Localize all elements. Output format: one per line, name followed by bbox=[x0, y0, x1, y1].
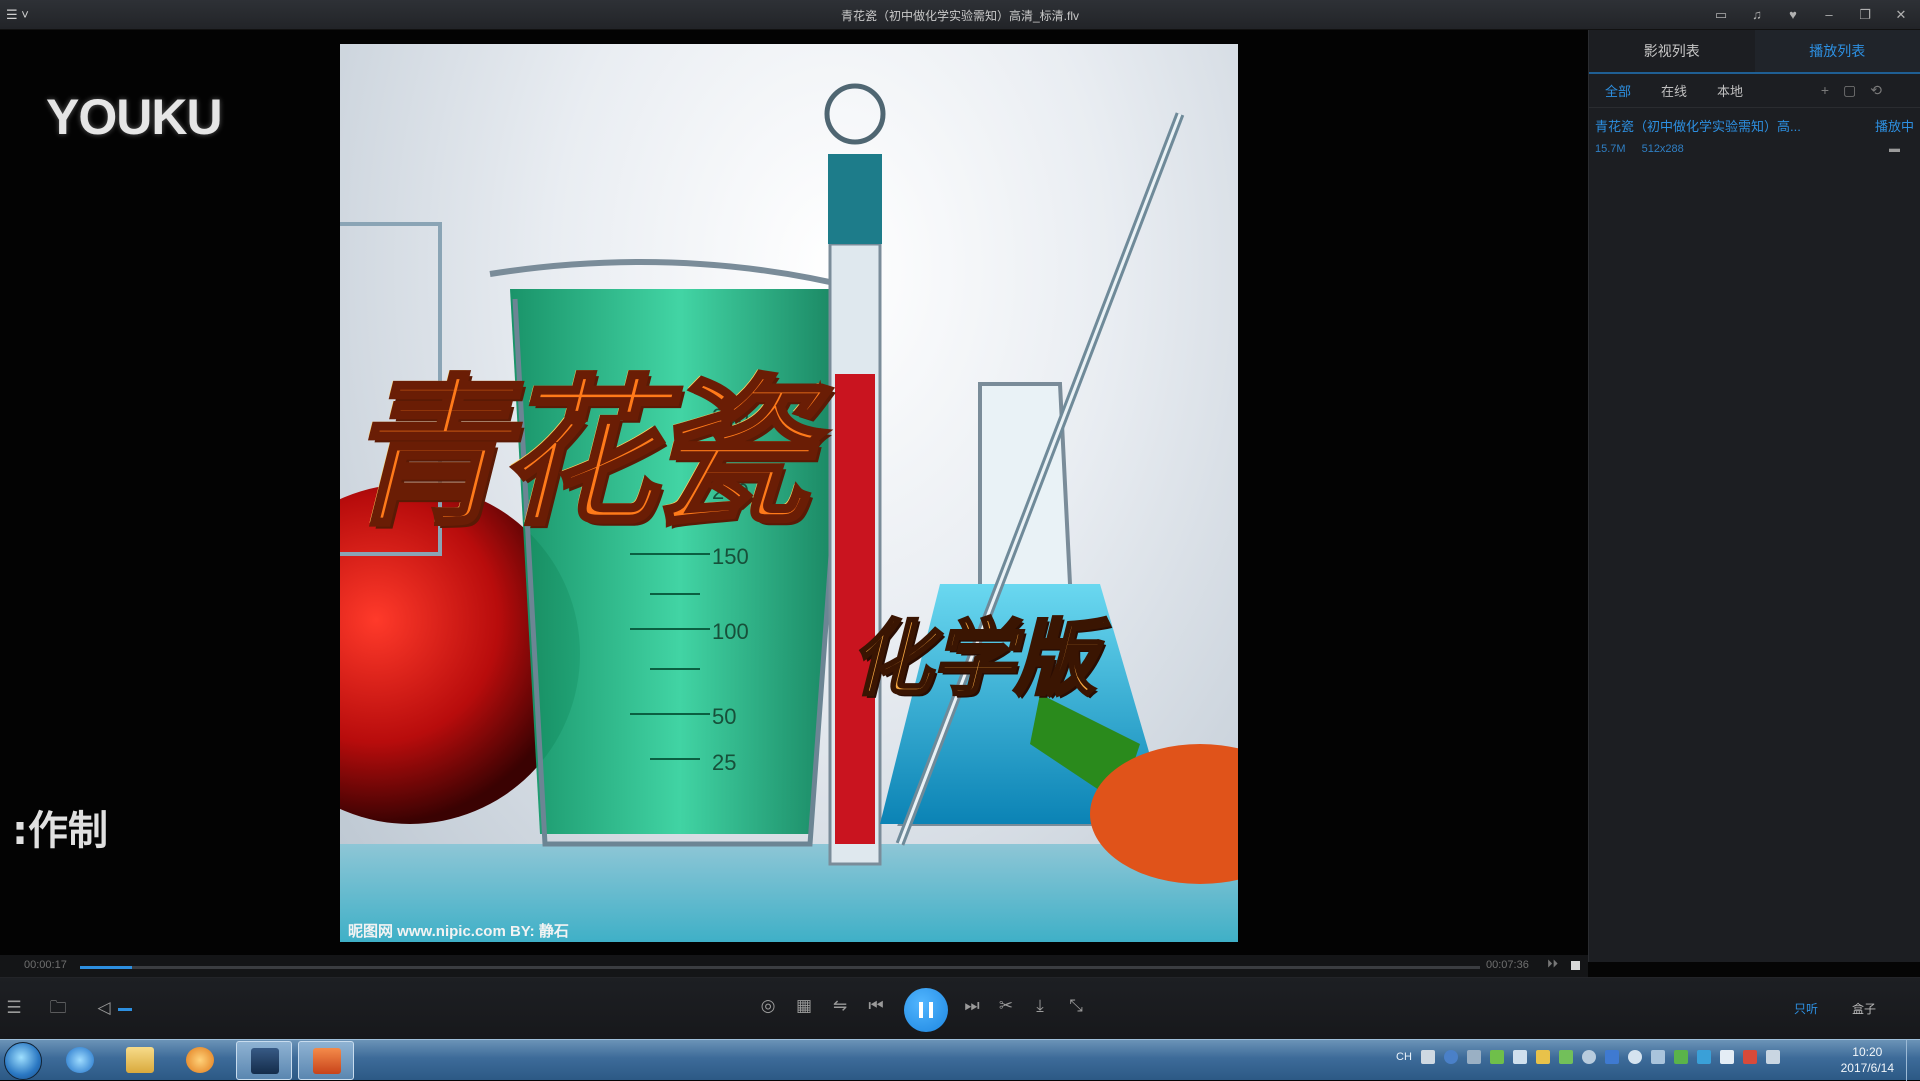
settings-icon[interactable]: ⇋ bbox=[828, 996, 852, 1016]
chat-icon[interactable]: ▭ bbox=[1710, 4, 1732, 26]
window-title: 青花瓷（初中做化学实验需知）高清_标清.flv bbox=[0, 7, 1920, 24]
box-button[interactable]: 盒子 bbox=[1852, 1000, 1876, 1017]
battery-icon[interactable] bbox=[1490, 1050, 1504, 1064]
pause-button[interactable] bbox=[904, 988, 948, 1032]
screenshot-icon[interactable]: ▦ bbox=[792, 996, 816, 1016]
next-icon[interactable]: ⏭ bbox=[960, 996, 984, 1016]
video-frame: 250 200 150 100 50 25 青花瓷 化学版 昵图网 www.ni… bbox=[340, 44, 1238, 942]
video-area[interactable]: YOUKU :作制 bbox=[0, 30, 1588, 962]
bell-icon[interactable]: ♫ bbox=[1746, 4, 1768, 26]
open-folder-icon[interactable]: 🗀 bbox=[46, 998, 70, 1018]
beaker-mark: 25 bbox=[712, 750, 736, 775]
control-bar: ☰ 🗀 ◁ ◎ ▦ ⇋ ⏮ ⏭ ✂ ⤓ ⤡ 只听 盒子 bbox=[0, 977, 1920, 1039]
subtab-local[interactable]: 本地 bbox=[1717, 81, 1743, 100]
refresh-icon[interactable]: ⟲ bbox=[1870, 82, 1882, 99]
cut-icon[interactable]: ✂ bbox=[994, 996, 1018, 1016]
show-desktop-button[interactable] bbox=[1906, 1040, 1920, 1081]
beaker-mark: 50 bbox=[712, 704, 736, 729]
flag-icon[interactable] bbox=[1651, 1050, 1665, 1064]
video-player-window: ☰ ˅ 青花瓷（初中做化学实验需知）高清_标清.flv ▭ ♫ ♥ – ❐ ✕ … bbox=[0, 0, 1920, 1080]
media-player-icon[interactable] bbox=[172, 1041, 228, 1080]
clock-time: 10:20 bbox=[1841, 1044, 1894, 1060]
elapsed-time: 00:00:17 bbox=[24, 959, 67, 971]
seek-fill bbox=[80, 966, 132, 969]
alert-icon[interactable] bbox=[1743, 1050, 1757, 1064]
add-icon[interactable]: + bbox=[1821, 82, 1829, 99]
ime-icon[interactable] bbox=[1467, 1050, 1481, 1064]
title-bar: ☰ ˅ 青花瓷（初中做化学实验需知）高清_标清.flv ▭ ♫ ♥ – ❐ ✕ bbox=[0, 0, 1920, 30]
security-icon[interactable] bbox=[1536, 1050, 1550, 1064]
clock[interactable]: 10:20 2017/6/14 bbox=[1841, 1044, 1894, 1076]
playlist-item-resolution: 512x288 bbox=[1642, 143, 1684, 155]
help-icon[interactable] bbox=[1444, 1050, 1458, 1064]
update-icon[interactable] bbox=[1559, 1050, 1573, 1064]
forward-icon[interactable]: ⏵⏵ bbox=[1547, 958, 1558, 971]
speaker-icon[interactable] bbox=[1720, 1050, 1734, 1064]
explorer-icon[interactable] bbox=[112, 1041, 168, 1080]
youku-watermark: YOUKU bbox=[46, 88, 222, 146]
image-credit: 昵图网 www.nipic.com BY: 静石 bbox=[348, 920, 569, 941]
video-title-overlay: 青花瓷 bbox=[346, 324, 802, 556]
close-icon[interactable]: ✕ bbox=[1890, 4, 1912, 26]
restore-icon[interactable]: ❐ bbox=[1854, 4, 1876, 26]
video-player-icon[interactable] bbox=[236, 1041, 292, 1080]
shield-icon[interactable] bbox=[1674, 1050, 1688, 1064]
seek-track[interactable] bbox=[80, 966, 1480, 969]
app-tray-icon[interactable] bbox=[1605, 1050, 1619, 1064]
playlist-item-status: 播放中 bbox=[1875, 116, 1914, 135]
subtab-all[interactable]: 全部 bbox=[1605, 81, 1631, 100]
ie-icon[interactable] bbox=[52, 1041, 108, 1080]
file-icon[interactable]: ▢ bbox=[1843, 82, 1856, 99]
beaker-mark: 100 bbox=[712, 619, 749, 644]
listen-only-button[interactable]: 只听 bbox=[1794, 1000, 1818, 1017]
fullscreen-icon[interactable]: ⤡ bbox=[1064, 996, 1088, 1016]
sync-icon[interactable] bbox=[1628, 1050, 1642, 1064]
start-button[interactable] bbox=[4, 1042, 42, 1080]
playlist-panel: 影视列表 播放列表 全部 在线 本地 + ▢ ⟲ 青花瓷（初中做化学实验需知）高… bbox=[1588, 30, 1920, 962]
previous-icon[interactable]: ⏮ bbox=[864, 996, 888, 1016]
minimize-icon[interactable]: – bbox=[1818, 4, 1840, 26]
tab-video-list[interactable]: 影视列表 bbox=[1589, 30, 1755, 72]
playlist-item[interactable]: 青花瓷（初中做化学实验需知）高... 播放中 15.7M 512x288 ▬ bbox=[1589, 108, 1920, 155]
total-time: 00:07:36 bbox=[1486, 959, 1529, 971]
playlist-item-name: 青花瓷（初中做化学实验需知）高... bbox=[1595, 116, 1801, 135]
taskbar: CH 10:20 2017/6/14 bbox=[0, 1039, 1920, 1080]
volume-slider[interactable] bbox=[118, 1008, 132, 1011]
keyboard-icon[interactable] bbox=[1421, 1050, 1435, 1064]
maker-caption: :作制 bbox=[12, 798, 108, 856]
cloud-icon[interactable] bbox=[1697, 1050, 1711, 1064]
tab-play-list[interactable]: 播放列表 bbox=[1755, 30, 1920, 72]
clock-date: 2017/6/14 bbox=[1841, 1060, 1894, 1076]
action-center-icon[interactable] bbox=[1766, 1050, 1780, 1064]
progress-bar[interactable]: 00:00:17 00:07:36 ⏵⏵ bbox=[0, 955, 1588, 977]
playlist-item-size: 15.7M bbox=[1595, 143, 1626, 155]
video-subtitle-overlay: 化学版 bbox=[850, 592, 1096, 711]
language-indicator[interactable]: CH bbox=[1396, 1050, 1412, 1064]
network-icon[interactable] bbox=[1513, 1050, 1527, 1064]
subtab-online[interactable]: 在线 bbox=[1661, 81, 1687, 100]
system-tray: CH bbox=[1396, 1050, 1780, 1064]
playlist-toggle-icon[interactable]: ☰ bbox=[2, 998, 26, 1018]
3d-icon[interactable]: ◎ bbox=[756, 996, 780, 1016]
pause-icon bbox=[919, 1002, 923, 1018]
volume-icon[interactable]: ◁ bbox=[92, 998, 116, 1018]
powerpoint-icon[interactable] bbox=[298, 1041, 354, 1080]
download-icon[interactable]: ⤓ bbox=[1028, 996, 1052, 1016]
skin-icon[interactable]: ♥ bbox=[1782, 4, 1804, 26]
stop-icon[interactable] bbox=[1571, 961, 1580, 970]
chrome-icon[interactable] bbox=[1582, 1050, 1596, 1064]
folder-icon[interactable]: ▬ bbox=[1889, 143, 1900, 155]
